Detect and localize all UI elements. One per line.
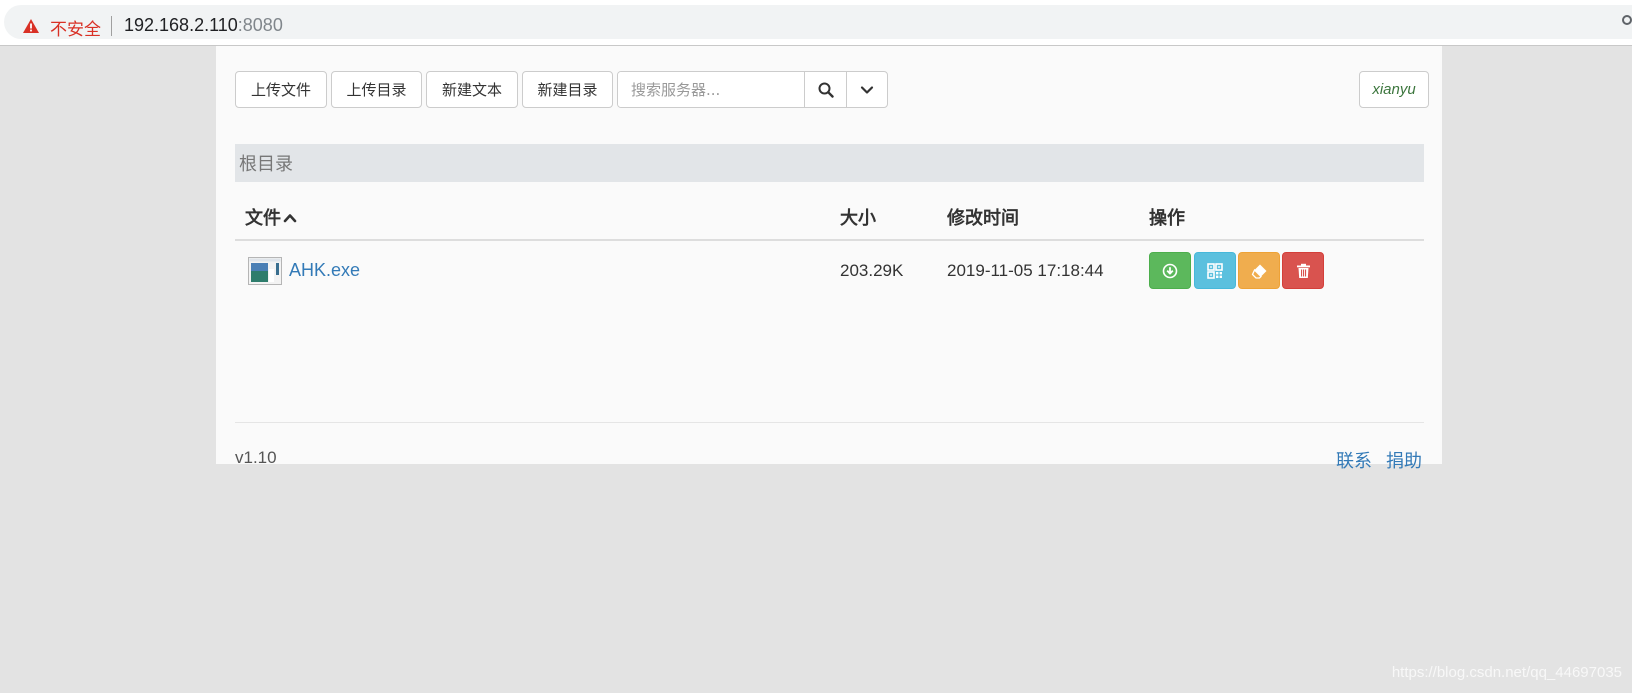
security-label[interactable]: 不安全: [50, 15, 101, 40]
user-button[interactable]: xianyu: [1359, 71, 1429, 108]
trash-icon: [1296, 263, 1310, 278]
browser-chrome: 不安全 192.168.2.110:8080: [0, 0, 1632, 46]
url-port: :8080: [237, 15, 283, 35]
column-header-size[interactable]: 大小: [840, 204, 876, 230]
file-mtime: 2019-11-05 17:18:44: [947, 261, 1104, 280]
warning-icon[interactable]: [22, 18, 40, 34]
donate-link[interactable]: 捐助: [1386, 447, 1422, 473]
url-host: 192.168.2.110: [124, 15, 238, 35]
file-manager-panel: 上传文件 上传目录 新建文本 新建目录 xianyu 根目录 文件 大小 修改时…: [216, 46, 1442, 472]
column-header-file[interactable]: 文件: [245, 204, 297, 230]
url-text[interactable]: 192.168.2.110:8080: [124, 15, 283, 36]
new-dir-button[interactable]: 新建目录: [522, 71, 613, 108]
upload-dir-button[interactable]: 上传目录: [331, 71, 422, 108]
download-button[interactable]: [1149, 252, 1191, 289]
site-info-icon[interactable]: [1622, 15, 1632, 25]
search-input[interactable]: [618, 72, 804, 107]
column-header-mtime[interactable]: 修改时间: [947, 204, 1019, 230]
file-size: 203.29K: [840, 261, 904, 280]
version-label: v1.10: [235, 448, 277, 467]
exe-file-icon: [248, 257, 282, 285]
qrcode-icon: [1207, 262, 1223, 279]
column-header-file-label: 文件: [245, 208, 281, 229]
delete-button[interactable]: [1282, 252, 1324, 289]
new-text-button[interactable]: 新建文本: [426, 71, 518, 108]
rename-button[interactable]: [1238, 252, 1280, 289]
upload-file-button[interactable]: 上传文件: [235, 71, 327, 108]
sort-asc-icon: [283, 213, 297, 222]
qrcode-button[interactable]: [1194, 252, 1236, 289]
download-icon: [1162, 263, 1178, 278]
search-button[interactable]: [804, 72, 846, 107]
search-group: [617, 71, 888, 108]
table-header-divider: [235, 239, 1424, 241]
address-bar[interactable]: 不安全 192.168.2.110:8080: [4, 5, 1632, 40]
address-divider: [111, 16, 112, 36]
breadcrumb: 根目录: [235, 144, 1424, 182]
search-options-button[interactable]: [846, 72, 887, 107]
breadcrumb-root[interactable]: 根目录: [239, 150, 293, 176]
eraser-icon: [1251, 264, 1266, 279]
file-link[interactable]: AHK.exe: [289, 260, 360, 281]
search-icon: [818, 82, 834, 98]
chevron-down-icon: [860, 85, 874, 94]
column-header-ops: 操作: [1149, 208, 1185, 229]
footer-divider: [235, 422, 1424, 423]
watermark: https://blog.csdn.net/qq_44697035: [1391, 664, 1622, 681]
contact-link[interactable]: 联系: [1336, 447, 1372, 473]
